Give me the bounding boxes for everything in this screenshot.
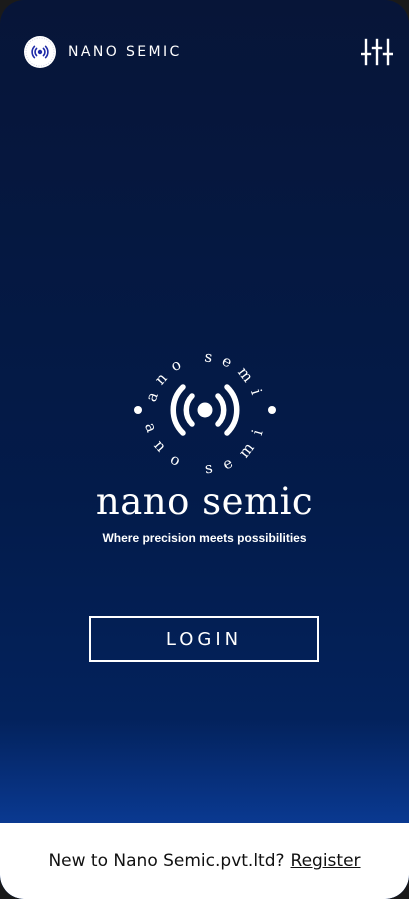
hero-wordmark: nano semic — [95, 480, 314, 523]
sliders-icon — [361, 38, 393, 66]
register-link[interactable]: Register — [291, 851, 361, 871]
register-prompt: New to Nano Semic.pvt.ltd? — [48, 851, 285, 871]
brand-logo — [24, 36, 56, 68]
brand-name: NANO SEMIC — [68, 44, 182, 60]
hero: nano semic nano semic nano semic Where p… — [0, 332, 409, 545]
broadcast-icon — [25, 37, 55, 67]
hero-tagline: Where precision meets possibilities — [102, 531, 307, 545]
brand[interactable]: NANO SEMIC — [24, 36, 182, 68]
footer: New to Nano Semic.pvt.ltd? Register — [0, 823, 409, 899]
header: NANO SEMIC — [24, 34, 393, 70]
arc-text-top: nano semic — [125, 332, 268, 405]
hero-emblem: nano semic nano semic — [125, 332, 276, 478]
app-screen: NANO SEMIC nano semic — [0, 0, 409, 899]
login-button[interactable]: LOGIN — [89, 616, 319, 662]
menu-button[interactable] — [361, 36, 393, 68]
broadcast-icon-large — [170, 384, 239, 436]
